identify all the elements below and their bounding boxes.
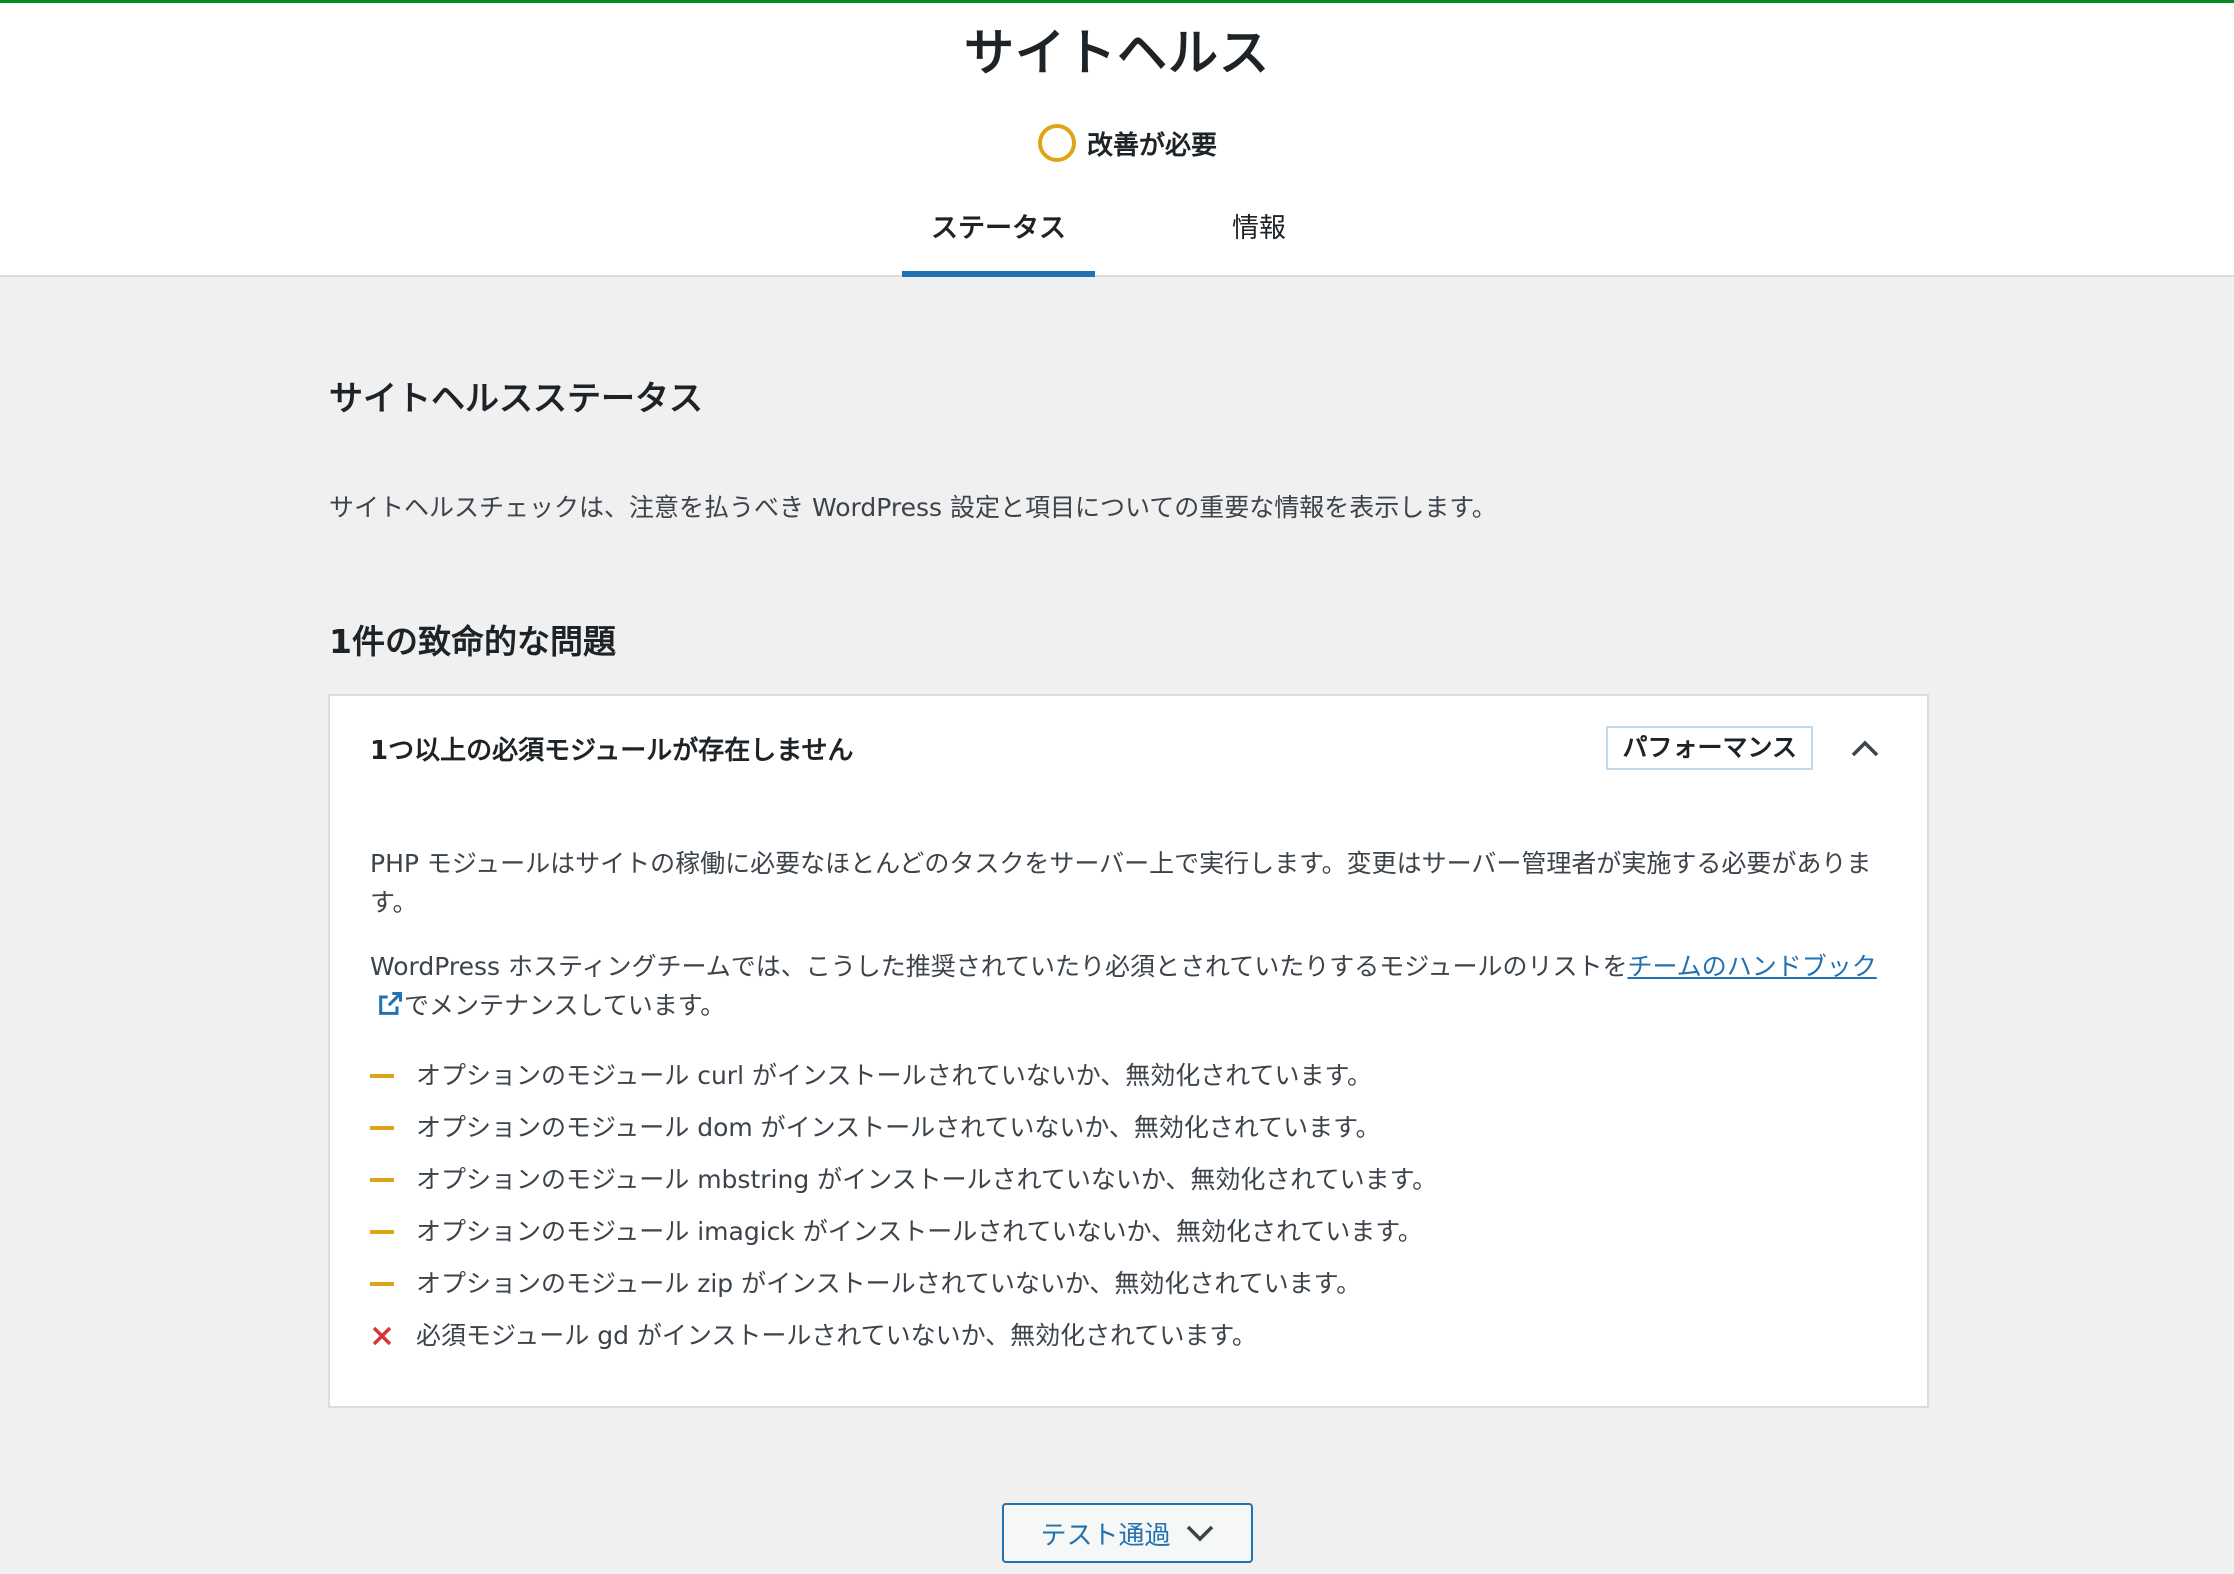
status-label: 改善が必要 (1087, 130, 1218, 161)
health-status: 改善が必要 (1038, 121, 1217, 165)
issue-header[interactable]: 1つ以上の必須モジュールが存在しません パフォーマンス (370, 718, 1887, 778)
module-message: オプションのモジュール zip がインストールされていないか、無効化されています… (416, 1269, 1362, 1298)
list-item: オプションのモジュール curl がインストールされていないか、無効化されていま… (370, 1050, 1882, 1102)
warning-dash-icon (370, 1282, 394, 1286)
page-header: サイトヘルス 改善が必要 ステータス 情報 (0, 3, 2234, 277)
module-message: オプションのモジュール mbstring がインストールされていないか、無効化さ… (416, 1165, 1438, 1194)
list-item: オプションのモジュール zip がインストールされていないか、無効化されています… (370, 1258, 1882, 1310)
tab-bar: ステータス 情報 (0, 203, 2234, 277)
handbook-paragraph: WordPress ホスティングチームでは、こうした推奨されていたり必須とされて… (370, 947, 1882, 1025)
passed-tests-label: テスト通過 (1040, 1520, 1171, 1551)
list-item: オプションのモジュール mbstring がインストールされていないか、無効化さ… (370, 1154, 1882, 1206)
section-title: サイトヘルスステータス (329, 379, 703, 419)
module-message: オプションのモジュール imagick がインストールされていないか、無効化され… (416, 1217, 1423, 1246)
warning-dash-icon (370, 1178, 394, 1182)
warning-dash-icon (370, 1126, 394, 1130)
error-x-icon (372, 1326, 392, 1346)
issues-count-heading: 1件の致命的な問題 (329, 622, 616, 661)
status-circle-icon (1038, 124, 1076, 162)
tab-info[interactable]: 情報 (1164, 203, 1354, 277)
chevron-down-icon (1186, 1525, 1213, 1542)
passed-tests-button[interactable]: テスト通過 (1002, 1503, 1253, 1563)
issue-panel: 1つ以上の必須モジュールが存在しません パフォーマンス PHP モジュールはサイ… (328, 694, 1929, 1408)
list-item: オプションのモジュール imagick がインストールされていないか、無効化され… (370, 1206, 1882, 1258)
external-link-icon (379, 991, 403, 1015)
issue-body: PHP モジュールはサイトの稼働に必要なほとんどのタスクをサーバー上で実行します… (370, 844, 1882, 1362)
intro-text: サイトヘルスチェックは、注意を払うべき WordPress 設定と項目についての… (329, 493, 1497, 522)
module-list: オプションのモジュール curl がインストールされていないか、無効化されていま… (370, 1050, 1882, 1362)
handbook-text-after: でメンテナンスしています。 (404, 991, 726, 1020)
description-paragraph: PHP モジュールはサイトの稼働に必要なほとんどのタスクをサーバー上で実行します… (370, 849, 1872, 917)
warning-dash-icon (370, 1230, 394, 1234)
collapse-toggle[interactable] (1843, 728, 1887, 768)
chevron-up-icon (1851, 740, 1879, 757)
list-item: 必須モジュール gd がインストールされていないか、無効化されています。 (370, 1310, 1882, 1362)
module-message: オプションのモジュール dom がインストールされていないか、無効化されています… (416, 1113, 1381, 1142)
warning-dash-icon (370, 1074, 394, 1078)
list-item: オプションのモジュール dom がインストールされていないか、無効化されています… (370, 1102, 1882, 1154)
handbook-text-before: WordPress ホスティングチームでは、こうした推奨されていたり必須とされて… (370, 952, 1628, 981)
module-message: オプションのモジュール curl がインストールされていないか、無効化されていま… (416, 1061, 1372, 1090)
tab-status[interactable]: ステータス (902, 203, 1095, 277)
module-message: 必須モジュール gd がインストールされていないか、無効化されています。 (416, 1321, 1257, 1350)
page-title: サイトヘルス (964, 24, 1270, 82)
category-badge: パフォーマンス (1606, 726, 1813, 770)
issue-title: 1つ以上の必須モジュールが存在しません (370, 735, 854, 766)
